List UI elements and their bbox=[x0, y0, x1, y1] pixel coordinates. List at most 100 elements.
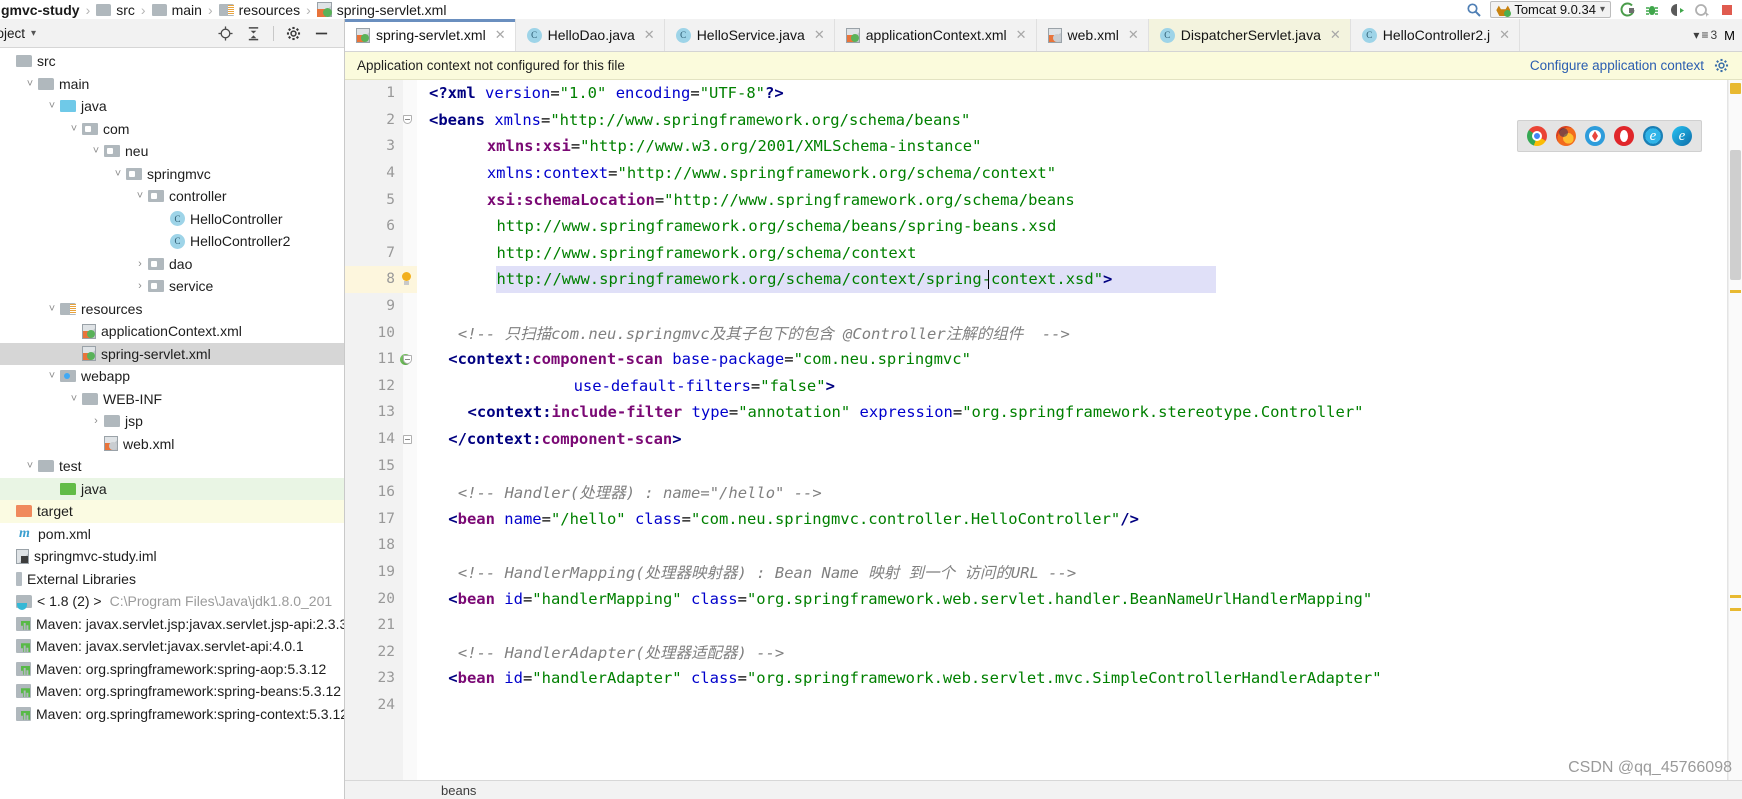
chrome-icon[interactable] bbox=[1527, 126, 1547, 146]
collapse-all-icon[interactable] bbox=[245, 25, 262, 42]
tab-overflow-area[interactable]: ▾ ≡ 3 M bbox=[1686, 19, 1742, 51]
close-icon[interactable]: ✕ bbox=[644, 27, 655, 43]
tab-list-button[interactable]: ▾ ≡ 3 bbox=[1693, 28, 1717, 42]
editor-tab[interactable]: applicationContext.xml ✕ bbox=[835, 19, 1037, 51]
tree-item[interactable]: › Maven: org.springframework:spring-conte… bbox=[0, 703, 344, 726]
close-icon[interactable]: ✕ bbox=[1499, 27, 1510, 43]
breadcrumb-item-project[interactable]: gmvc-study bbox=[0, 0, 81, 19]
tree-item[interactable]: › jsp bbox=[0, 410, 344, 433]
close-icon[interactable]: ✕ bbox=[814, 27, 825, 43]
code-line[interactable]: 7 http://www.springframework.org/schema/c… bbox=[345, 240, 1742, 267]
tree-item[interactable]: › spring-servlet.xml bbox=[0, 342, 344, 365]
tree-item[interactable]: ˅ main bbox=[0, 73, 344, 96]
error-stripe-scrollbar[interactable] bbox=[1728, 80, 1742, 799]
code-line[interactable]: 21 bbox=[345, 612, 1742, 639]
tree-item[interactable]: ›C HelloController2 bbox=[0, 230, 344, 253]
code-line[interactable]: 17 <bean name="/hello" class="com.neu.spr… bbox=[345, 506, 1742, 533]
code-line[interactable]: 4 xmlns:context="http://www.springframewo… bbox=[345, 160, 1742, 187]
tree-item[interactable]: ˅ WEB-INF bbox=[0, 388, 344, 411]
chevron-down-icon[interactable]: ˅ bbox=[88, 145, 104, 157]
breadcrumb-item-src[interactable]: src bbox=[95, 0, 136, 19]
code-line[interactable]: 12 use-default-filters="false"> bbox=[345, 373, 1742, 400]
edge-icon[interactable] bbox=[1672, 126, 1692, 146]
chevron-down-icon[interactable]: ˅ bbox=[22, 460, 38, 472]
code-line[interactable]: 18 bbox=[345, 532, 1742, 559]
editor-tab[interactable]: C HelloDao.java ✕ bbox=[516, 19, 665, 51]
editor-tab[interactable]: C DispatcherServlet.java ✕ bbox=[1148, 19, 1351, 51]
xml-breadcrumb-strip[interactable]: beans bbox=[345, 780, 1742, 799]
tree-item[interactable]: ˅ resources bbox=[0, 298, 344, 321]
chevron-down-icon[interactable]: ˅ bbox=[44, 100, 60, 112]
warning-marker[interactable] bbox=[1730, 608, 1741, 611]
tree-item[interactable]: › src bbox=[0, 50, 344, 73]
run-icon[interactable] bbox=[1618, 1, 1636, 18]
project-tree[interactable]: › src ˅ main ˅ java ˅ com ˅ neu ˅ springmvc ˅ control… bbox=[0, 48, 344, 725]
tree-item[interactable]: ›m pom.xml bbox=[0, 523, 344, 546]
locate-icon[interactable] bbox=[217, 25, 234, 42]
editor-tab-bar[interactable]: spring-servlet.xml ✕ C HelloDao.java ✕ C Hello… bbox=[345, 19, 1742, 52]
breadcrumb-item-file[interactable]: spring-servlet.xml bbox=[316, 0, 448, 19]
browser-launch-popup[interactable] bbox=[1517, 120, 1702, 152]
code-line[interactable]: 5 xsi:schemaLocation="http://www.springfr… bbox=[345, 186, 1742, 213]
editor-tab[interactable]: C HelloController2.j ✕ bbox=[1351, 19, 1521, 51]
profile-icon[interactable] bbox=[1693, 1, 1711, 18]
breadcrumb-item-resources[interactable]: resources bbox=[218, 0, 301, 19]
tree-item[interactable]: › java bbox=[0, 477, 344, 500]
tree-item[interactable]: ˅ webapp bbox=[0, 365, 344, 388]
code-line[interactable]: 13 <context:include-filter type="annotati… bbox=[345, 399, 1742, 426]
tree-item[interactable]: › External Libraries bbox=[0, 568, 344, 591]
code-line[interactable]: 15 bbox=[345, 452, 1742, 479]
tree-item[interactable]: › applicationContext.xml bbox=[0, 320, 344, 343]
editor-tab[interactable]: spring-servlet.xml ✕ bbox=[345, 19, 516, 51]
code-line[interactable]: 23 <bean id="handlerAdapter" class="org.s… bbox=[345, 665, 1742, 692]
chevron-down-icon[interactable]: ˅ bbox=[44, 303, 60, 315]
chevron-down-icon[interactable]: ˅ bbox=[22, 78, 38, 90]
close-icon[interactable]: ✕ bbox=[495, 27, 506, 43]
code-line[interactable]: 24 bbox=[345, 692, 1742, 719]
configure-application-context-link[interactable]: Configure application context bbox=[1530, 58, 1704, 73]
warning-marker[interactable] bbox=[1730, 595, 1741, 598]
code-line[interactable]: 16 <!-- Handler(处理器) : name="/hello" --> bbox=[345, 479, 1742, 506]
tree-item[interactable]: › Maven: javax.servlet:javax.servlet-api:… bbox=[0, 635, 344, 658]
inspection-status-icon[interactable] bbox=[1730, 83, 1741, 94]
fold-handle-icon[interactable] bbox=[403, 426, 412, 453]
chevron-right-icon[interactable]: › bbox=[132, 258, 148, 270]
code-line[interactable]: 14 </context:component-scan> bbox=[345, 426, 1742, 453]
tree-item[interactable]: › springmvc-study.iml bbox=[0, 545, 344, 568]
gear-icon[interactable] bbox=[1713, 57, 1730, 74]
tree-item[interactable]: › Maven: org.springframework:spring-beans… bbox=[0, 680, 344, 703]
chevron-down-icon[interactable]: ˅ bbox=[66, 393, 82, 405]
firefox-icon[interactable] bbox=[1556, 126, 1576, 146]
debug-icon[interactable] bbox=[1643, 1, 1661, 18]
gear-icon[interactable] bbox=[285, 25, 302, 42]
chevron-down-icon[interactable]: ˅ bbox=[132, 190, 148, 202]
chevron-down-icon[interactable]: ˅ bbox=[66, 123, 82, 135]
run-configuration-selector[interactable]: Tomcat 9.0.34 ▾ bbox=[1490, 1, 1611, 18]
chevron-down-icon[interactable]: ▾ bbox=[31, 28, 36, 39]
fold-handle-icon[interactable] bbox=[403, 107, 412, 134]
hide-panel-icon[interactable] bbox=[313, 25, 330, 42]
fold-handle-icon[interactable] bbox=[403, 346, 412, 373]
tree-item[interactable]: › < 1.8 (2) > C:\Program Files\Java\jdk1.8… bbox=[0, 590, 344, 613]
tree-item[interactable]: ˅ neu bbox=[0, 140, 344, 163]
code-line[interactable]: 10 <!-- 只扫描com.neu.springmvc及其子包下的包含 @Con… bbox=[345, 319, 1742, 346]
code-line[interactable]: 1 <?xml version="1.0" encoding="UTF-8"?> bbox=[345, 80, 1742, 107]
breadcrumb-item-main[interactable]: main bbox=[151, 0, 203, 19]
code-line[interactable]: 20 <bean id="handlerMapping" class="org.s… bbox=[345, 585, 1742, 612]
chevron-right-icon[interactable]: › bbox=[88, 415, 104, 427]
tree-item[interactable]: › Maven: org.springframework:spring-aop:5… bbox=[0, 658, 344, 681]
chevron-down-icon[interactable]: ˅ bbox=[44, 370, 60, 382]
tree-item[interactable]: › web.xml bbox=[0, 433, 344, 456]
close-icon[interactable]: ✕ bbox=[1016, 27, 1027, 43]
tree-item[interactable]: ˅ java bbox=[0, 95, 344, 118]
code-line[interactable]: 11 <context:component-scan base-package="… bbox=[345, 346, 1742, 373]
opera-icon[interactable] bbox=[1614, 126, 1634, 146]
close-icon[interactable]: ✕ bbox=[1128, 27, 1139, 43]
tree-item[interactable]: › dao bbox=[0, 253, 344, 276]
tree-item[interactable]: ˅ com bbox=[0, 118, 344, 141]
intention-bulb-icon[interactable] bbox=[397, 271, 415, 287]
safari-icon[interactable] bbox=[1585, 126, 1605, 146]
code-line[interactable]: 9 bbox=[345, 293, 1742, 320]
code-line[interactable]: 8 http://www.springframework.org/schema/c… bbox=[345, 266, 1742, 293]
tree-item[interactable]: › target bbox=[0, 500, 344, 523]
